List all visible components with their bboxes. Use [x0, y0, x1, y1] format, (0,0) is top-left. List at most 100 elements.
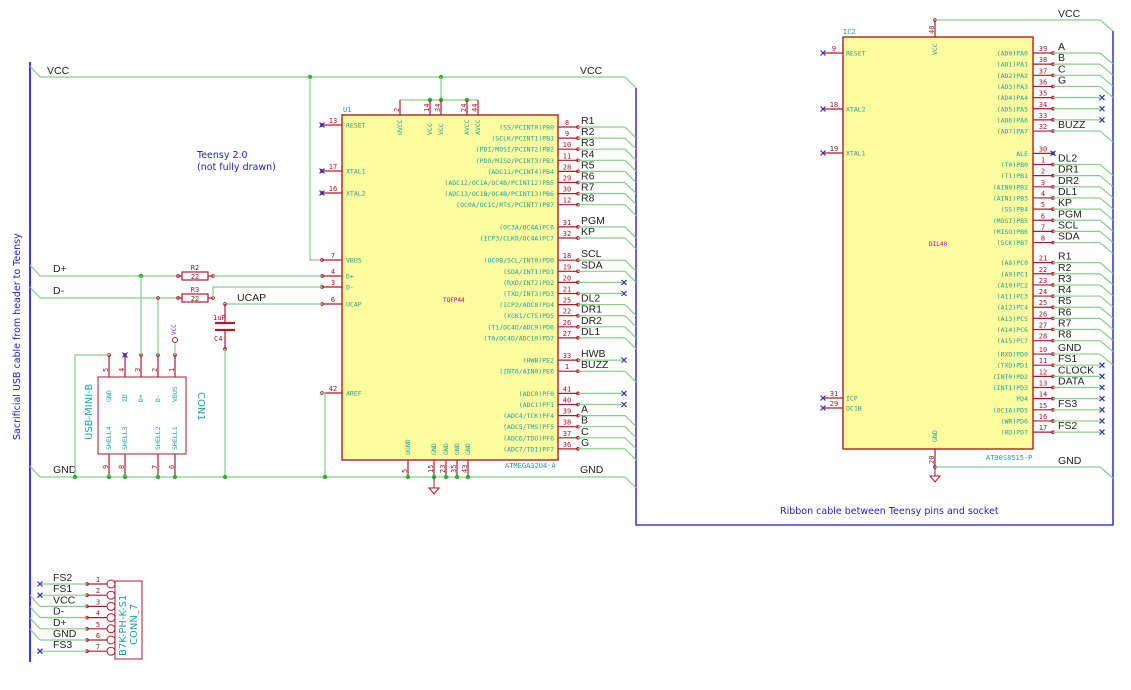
pin-number: 20	[928, 456, 936, 464]
pin-number: 13	[1039, 380, 1047, 388]
con1-ref: CON1	[195, 392, 206, 421]
pin-name: GND	[464, 443, 472, 455]
net-label: KP	[581, 226, 595, 238]
pin-number: 21	[563, 286, 571, 294]
pin-name: RESET	[846, 50, 866, 58]
pin-name: (MOSI)PB5	[993, 217, 1028, 225]
bus-entry	[29, 465, 41, 478]
pin-number: 3	[134, 368, 142, 372]
pin-number: 7	[1041, 223, 1045, 231]
net-label: R8	[1058, 329, 1072, 341]
pin-name: (A15)PC7	[997, 337, 1028, 345]
pin-name: (RXD/INT2)PD2	[503, 279, 554, 287]
pin-name: (ADC12/OC1A/OC4B/PCINT12)PB5	[444, 179, 554, 187]
pin-number: 6	[1041, 212, 1045, 220]
pin-number: 17	[329, 163, 337, 171]
vcc-power-icon	[172, 337, 178, 343]
pin-name: (AD2)PA2	[997, 72, 1028, 80]
pin-name: (A11)PC3	[997, 293, 1028, 301]
bus-entry	[624, 476, 637, 489]
net-label: GND	[53, 628, 77, 640]
pin-name: (T1)PB1	[1001, 172, 1028, 180]
pin-name: VCC	[426, 123, 434, 135]
pin-name: (ADC4/TCK)PF4	[503, 412, 554, 420]
pin-name: (ADC13/OC1B/OC4B/PCINT13)PB6	[444, 190, 554, 198]
pin-number: 12	[1039, 368, 1047, 376]
pin-name: (XCK1/CTS)PD5	[503, 312, 554, 320]
pin-name: (ADC11/PCINT4)PB4	[487, 168, 554, 176]
junction-dot	[172, 474, 178, 480]
net-label-gnd: GND	[580, 464, 604, 476]
pin-number: 44	[471, 104, 479, 112]
pin-number: 31	[563, 219, 571, 227]
bus-entry	[29, 617, 41, 630]
pin-name: (SS/PCINT0)PB0	[499, 124, 554, 132]
pin-number: 24	[1039, 288, 1047, 296]
net-label-vcc: VCC	[580, 65, 603, 77]
pin-name: AVCC	[474, 119, 482, 135]
net-label: FS2	[1058, 420, 1077, 432]
pin-number: 6	[331, 296, 335, 304]
bus-entry	[1099, 197, 1114, 210]
pin-number: 4	[331, 268, 335, 276]
pin-name: VBUS	[171, 386, 179, 402]
pin-number: 32	[1039, 123, 1047, 131]
pin-number: 3	[96, 598, 100, 606]
pin-number: 17	[1039, 424, 1047, 432]
c4-ref: C4	[214, 335, 222, 343]
pin-number: 40	[928, 26, 936, 34]
pin-number: 30	[1039, 145, 1047, 153]
ic2-value: AT90S8515-P	[986, 454, 1032, 462]
pin-name: D+	[137, 394, 145, 402]
pin-number: 23	[439, 465, 447, 473]
pin-number: 18	[563, 252, 571, 260]
pin-number: 15	[1039, 402, 1047, 410]
pin-number: 14	[1039, 391, 1047, 399]
pin-number: 1	[565, 363, 569, 371]
pin-number: 27	[1039, 322, 1047, 330]
pin-name: (OC0B/SCL/INT0)PD0	[484, 257, 555, 265]
bus-entry	[1099, 164, 1114, 176]
bus-entry	[1099, 329, 1114, 341]
pin-socket-icon	[106, 590, 116, 600]
pin-name: AREF	[346, 390, 362, 398]
note-teensy: Teensy 2.0	[196, 150, 248, 161]
pin-name: ID	[121, 394, 129, 402]
pin-socket-icon	[106, 613, 116, 623]
pin-name: (ADC6/TDO)PF6	[503, 434, 554, 442]
pin-number: 16	[329, 185, 337, 193]
bus-entry	[624, 237, 637, 250]
net-label: FS3	[1058, 398, 1077, 410]
r3-value: 22	[191, 295, 199, 303]
bus-entry	[1099, 284, 1114, 297]
pin-name: (T0)PB0	[1001, 161, 1028, 169]
pin-number: 11	[1039, 357, 1047, 365]
pin-socket-icon	[106, 635, 116, 645]
pin-number: 5	[96, 621, 100, 629]
pin-name: GND	[453, 443, 461, 455]
net-label: D+	[53, 617, 67, 629]
junction-dot	[72, 474, 78, 480]
pin-name: (INT0)PD2	[993, 373, 1028, 381]
net-label-dplus: D+	[53, 263, 67, 275]
pin-number: 7	[96, 643, 100, 651]
pin-name: (A13)PC5	[997, 315, 1028, 323]
pin-name: (RXD)PD0	[997, 351, 1028, 359]
net-label-ucap: UCAP	[237, 292, 266, 304]
pin-name: (ICP2/ADC8)PD4	[499, 301, 554, 309]
bus-entry	[1099, 52, 1114, 65]
pin-number: 19	[830, 145, 838, 153]
pin-number: 36	[563, 441, 571, 449]
r3-ref: R3	[191, 286, 199, 294]
pin-name: XTAL1	[846, 150, 866, 158]
pin-name: (RD)PD7	[1001, 429, 1028, 437]
bus-entry	[624, 137, 637, 150]
pin-number: 22	[563, 308, 571, 316]
pin-name: (AD6)PA6	[997, 116, 1028, 124]
bus-entry	[1099, 262, 1114, 275]
pin-name: (OC0A/OC1C/RTS/PCINT7)PB7	[456, 201, 554, 209]
bus-entry	[624, 437, 637, 450]
pin-name: (PDO/MISO/PCINT3)PB3	[476, 157, 554, 165]
pin-name: (OC3A/OC4A)PC6	[499, 223, 554, 231]
con1-value: USB-MINI-B	[84, 384, 95, 440]
